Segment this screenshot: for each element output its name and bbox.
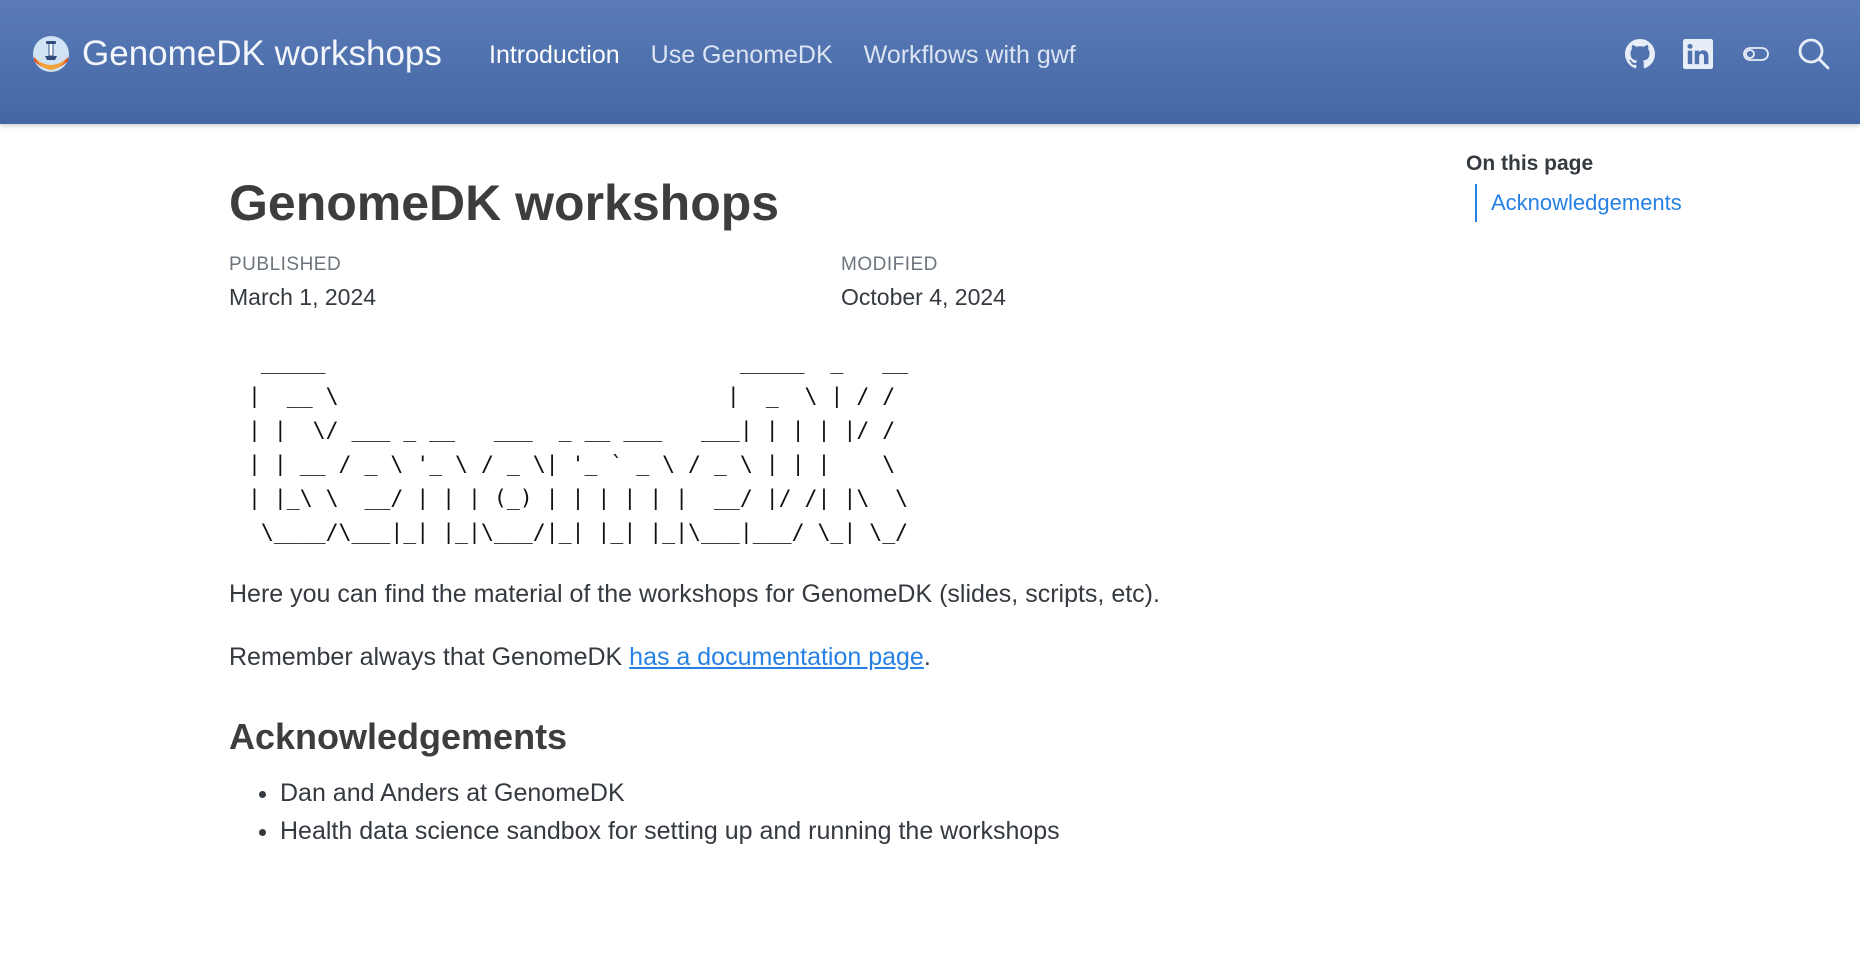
- page-title: GenomeDK workshops: [229, 175, 780, 231]
- nav-link-use-genomedk[interactable]: Use GenomeDK: [651, 36, 833, 74]
- documentation-link[interactable]: has a documentation page: [629, 643, 924, 671]
- navbar-tools: [1622, 36, 1832, 72]
- ascii-art-banner: _____ _____ _ __ | __ \ | _ \ | / / | | …: [247, 350, 909, 545]
- main-nav: Introduction Use GenomeDK Workflows with…: [489, 36, 1076, 74]
- nav-link-workflows-gwf[interactable]: Workflows with gwf: [864, 36, 1076, 74]
- list-item: Health data science sandbox for setting …: [280, 812, 1060, 850]
- toc-item-acknowledgements[interactable]: Acknowledgements: [1491, 184, 1682, 222]
- nav-link-introduction[interactable]: Introduction: [489, 36, 620, 74]
- intro-paragraph: Here you can find the material of the wo…: [229, 580, 1160, 608]
- search-button[interactable]: [1796, 36, 1832, 72]
- published-meta: PUBLISHED March 1, 2024: [229, 254, 376, 311]
- modified-label: MODIFIED: [841, 254, 938, 275]
- linkedin-icon: [1683, 39, 1713, 69]
- search-icon: [1798, 38, 1830, 70]
- table-of-contents: On this page Acknowledgements: [1466, 152, 1682, 222]
- reminder-prefix: Remember always that GenomeDK: [229, 643, 630, 671]
- modified-meta: MODIFIED October 4, 2024: [841, 254, 1006, 311]
- brand-link[interactable]: GenomeDK workshops: [32, 34, 442, 74]
- list-item: Dan and Anders at GenomeDK: [280, 774, 1060, 812]
- acknowledgements-heading: Acknowledgements: [229, 716, 568, 757]
- github-icon: [1625, 39, 1655, 69]
- published-label: PUBLISHED: [229, 254, 342, 275]
- toggle-dark-mode-icon: [1743, 47, 1769, 61]
- dark-mode-toggle[interactable]: [1738, 36, 1774, 72]
- toc-title: On this page: [1466, 152, 1594, 175]
- brand-title: GenomeDK workshops: [82, 34, 442, 73]
- reminder-paragraph: Remember always that GenomeDK has a docu…: [229, 643, 931, 672]
- brand-logo-icon: [33, 36, 69, 72]
- top-navbar: GenomeDK workshops Introduction Use Geno…: [0, 0, 1860, 124]
- acknowledgements-list: Dan and Anders at GenomeDK Health data s…: [229, 774, 1060, 850]
- published-date: March 1, 2024: [229, 284, 377, 310]
- reminder-suffix: .: [923, 643, 931, 671]
- github-link[interactable]: [1622, 36, 1658, 72]
- toc-list: Acknowledgements: [1475, 184, 1682, 222]
- modified-date: October 4, 2024: [841, 284, 1006, 310]
- linkedin-link[interactable]: [1680, 36, 1716, 72]
